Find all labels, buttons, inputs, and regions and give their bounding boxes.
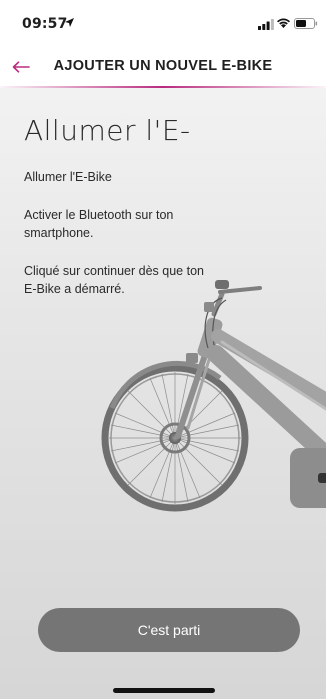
wifi-icon	[277, 18, 290, 28]
page-title: Allumer l'E-	[24, 114, 191, 147]
battery-icon	[294, 18, 318, 29]
e-bike-illustration	[101, 280, 326, 512]
status-bar: 09:57	[0, 0, 326, 48]
header-title: AJOUTER UN NOUVEL E-BIKE	[53, 58, 273, 74]
main-content: Allumer l'E- Allumer l'E-Bike Activer le…	[0, 88, 326, 699]
bluetooth-instruction: Activer le Bluetooth sur ton smartphone.	[24, 208, 174, 240]
cellular-signal-icon	[258, 19, 274, 30]
location-arrow-icon	[65, 18, 74, 27]
step-text: Allumer l'E-Bike	[24, 170, 112, 184]
start-button[interactable]: C'est parti	[38, 608, 300, 652]
home-indicator	[113, 688, 215, 693]
app-header: AJOUTER UN NOUVEL E-BIKE	[0, 48, 326, 86]
status-time: 09:57	[22, 16, 68, 32]
